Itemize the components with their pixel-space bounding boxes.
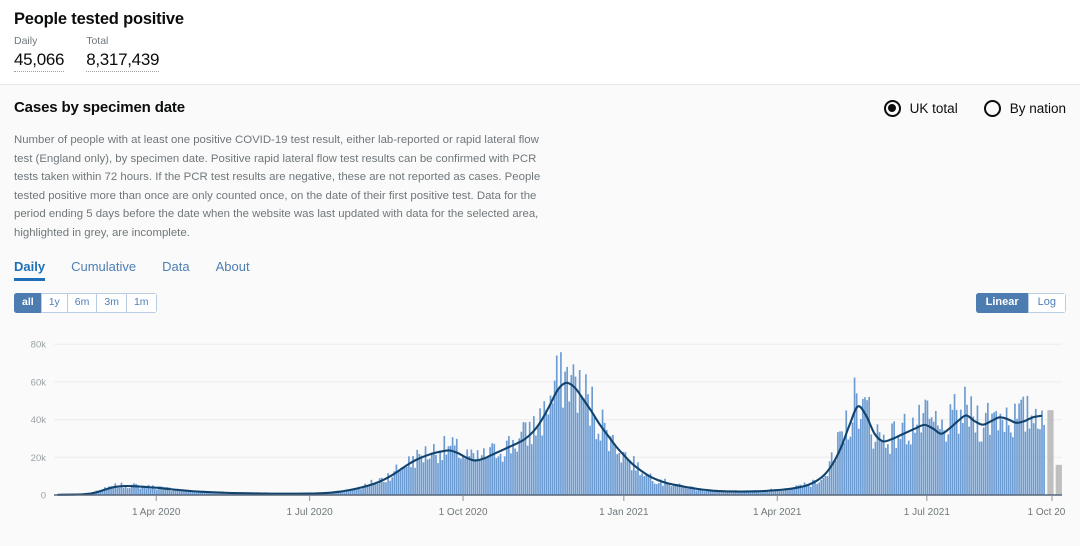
cases-card: Cases by specimen date UK total By natio… (0, 84, 1080, 546)
metric-daily-label: Daily (14, 35, 38, 48)
chart-controls: all 1y 6m 3m 1m Linear Log (14, 292, 1066, 314)
card-description: Number of people with at least one posit… (14, 133, 541, 239)
radio-selected-icon[interactable] (883, 99, 901, 117)
svg-text:1 Jul 2020: 1 Jul 2020 (287, 507, 334, 518)
radio-by-nation-label: By nation (1009, 100, 1066, 116)
range-button-1y[interactable]: 1y (40, 292, 67, 313)
summary-header: People tested positive Daily 45,066 Tota… (0, 0, 1080, 84)
svg-text:1 Jul 2021: 1 Jul 2021 (904, 507, 951, 518)
scale-button-log[interactable]: Log (1027, 292, 1066, 314)
chart-y-axis-labels: 0 20k 40k 60k 80k (31, 339, 47, 501)
svg-text:80k: 80k (31, 339, 47, 350)
svg-text:1 Apr 2020: 1 Apr 2020 (132, 507, 181, 518)
metric-daily: Daily 45,066 (14, 35, 65, 72)
range-button-3m[interactable]: 3m (96, 292, 126, 313)
svg-text:1 Oct 2021: 1 Oct 2021 (1028, 507, 1066, 518)
scale-button-linear[interactable]: Linear (975, 292, 1028, 314)
area-radio-group: UK total By nation (883, 99, 1066, 117)
radio-unselected-icon[interactable] (983, 99, 1001, 117)
metric-total-label: Total (86, 35, 109, 48)
metric-total-value: 8,317,439 (86, 49, 159, 72)
svg-text:1 Jan 2021: 1 Jan 2021 (599, 507, 649, 518)
svg-text:60k: 60k (31, 377, 47, 388)
range-button-all[interactable]: all (14, 292, 41, 313)
radio-uk-total[interactable]: UK total (883, 99, 958, 117)
svg-text:1 Oct 2020: 1 Oct 2020 (439, 507, 488, 518)
tab-daily[interactable]: Daily (14, 260, 46, 281)
svg-text:1 Apr 2021: 1 Apr 2021 (753, 507, 802, 518)
range-button-6m[interactable]: 6m (66, 292, 97, 313)
card-header: Cases by specimen date UK total By natio… (14, 99, 1066, 117)
radio-by-nation[interactable]: By nation (983, 99, 1066, 117)
tab-about[interactable]: About (216, 260, 250, 281)
tab-cumulative[interactable]: Cumulative (71, 260, 136, 281)
metric-daily-value: 45,066 (14, 49, 65, 72)
chart-bars (54, 351, 1062, 495)
summary-metrics: Daily 45,066 Total 8,317,439 (14, 35, 1066, 72)
tab-data[interactable]: Data (162, 260, 189, 281)
svg-text:0: 0 (41, 490, 46, 501)
card-title: Cases by specimen date (14, 98, 185, 116)
metric-total: Total 8,317,439 (86, 35, 159, 72)
cases-chart: 0 20k 40k 60k 80k 1 Apr 2020 1 Jul 2020 1 Oct … (14, 319, 1066, 529)
cases-chart-svg: 0 20k 40k 60k 80k 1 Apr 2020 1 Jul 2020 1 Oct … (31, 339, 1066, 518)
time-range-buttons: all 1y 6m 3m 1m (14, 292, 157, 313)
range-button-1m[interactable]: 1m (125, 292, 157, 313)
chart-x-axis (54, 493, 1062, 501)
page-title: People tested positive (14, 10, 184, 28)
chart-tabs: Daily Cumulative Data About (14, 257, 1066, 281)
scale-buttons: Linear Log (975, 292, 1066, 314)
covid-dashboard-page: People tested positive Daily 45,066 Tota… (0, 0, 1080, 546)
chart-x-axis-labels: 1 Apr 2020 1 Jul 2020 1 Oct 2020 1 Jan 2021… (132, 507, 1066, 518)
radio-uk-total-label: UK total (909, 100, 958, 116)
svg-text:40k: 40k (31, 415, 47, 426)
svg-text:20k: 20k (31, 452, 47, 463)
